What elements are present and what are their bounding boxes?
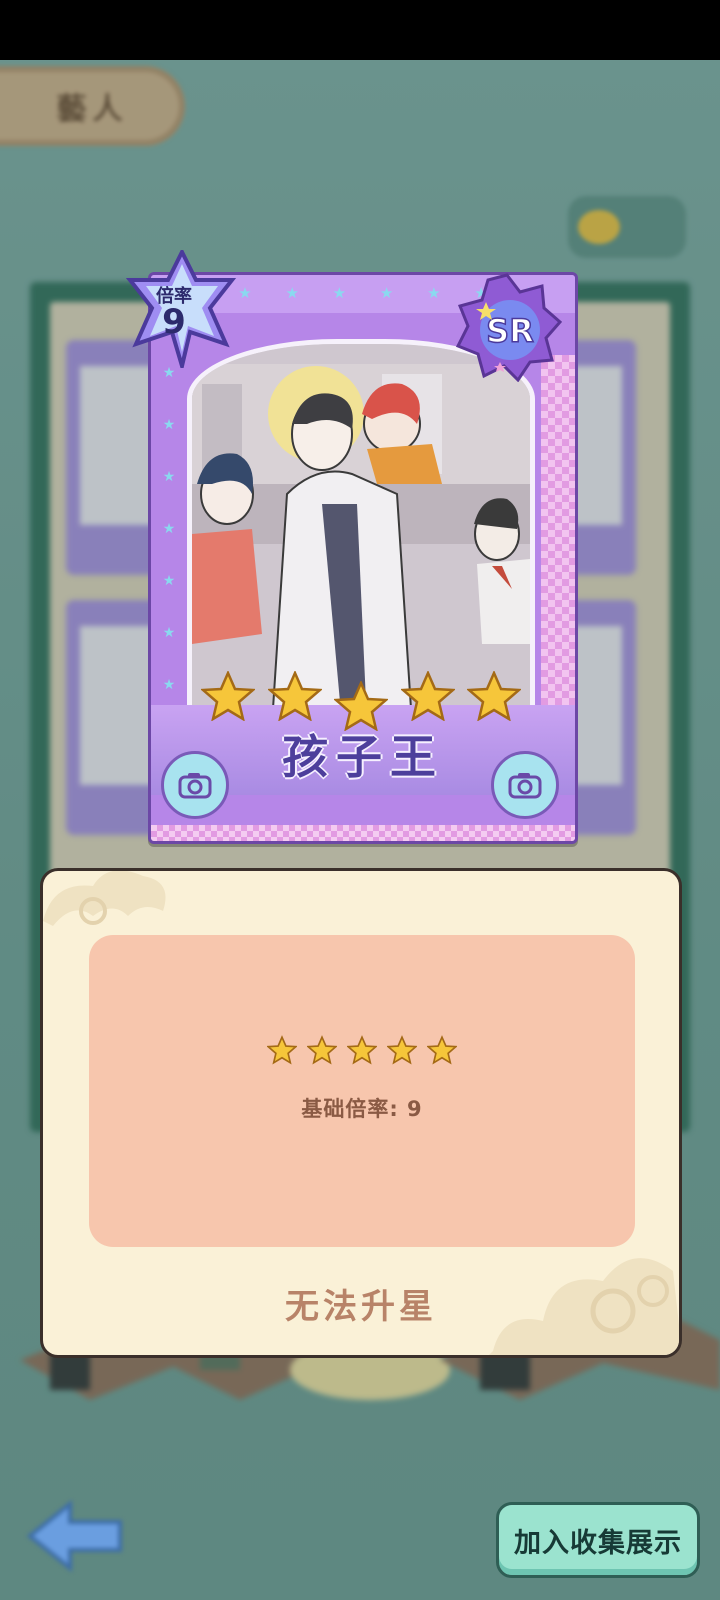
- star-icon: [307, 1035, 337, 1065]
- status-bar: [0, 0, 720, 60]
- star-icon: [387, 1035, 417, 1065]
- multiplier-value: 9: [162, 302, 186, 342]
- back-arrow-icon[interactable]: [20, 1496, 130, 1576]
- svg-text:SR: SR: [486, 312, 534, 350]
- info-star-rating: [89, 1035, 635, 1065]
- star-icon: [267, 1035, 297, 1065]
- star-icon: [267, 671, 322, 721]
- card-bottom-checker: [151, 825, 575, 841]
- card-info-panel: 基础倍率: 9 无法升星: [40, 868, 682, 1358]
- camera-icon[interactable]: [491, 751, 559, 819]
- card-checker-border: [541, 355, 575, 755]
- card-stats-box: 基础倍率: 9: [89, 935, 635, 1247]
- rarity-badge-icon: SR: [455, 273, 562, 382]
- add-to-collection-label: 加入收集展示: [514, 1527, 682, 1559]
- camera-icon[interactable]: [161, 751, 229, 819]
- star-icon: [201, 671, 255, 721]
- base-rate-text: 基础倍率: 9: [301, 1097, 423, 1121]
- card-illustration: [187, 339, 535, 724]
- upgrade-status[interactable]: 无法升星: [43, 1279, 679, 1328]
- add-to-collection-button[interactable]: 加入收集展示: [496, 1502, 700, 1578]
- star-icon: [427, 1035, 457, 1065]
- star-icon: [347, 1035, 377, 1065]
- star-icon: [400, 671, 455, 721]
- star-icon: [467, 671, 521, 721]
